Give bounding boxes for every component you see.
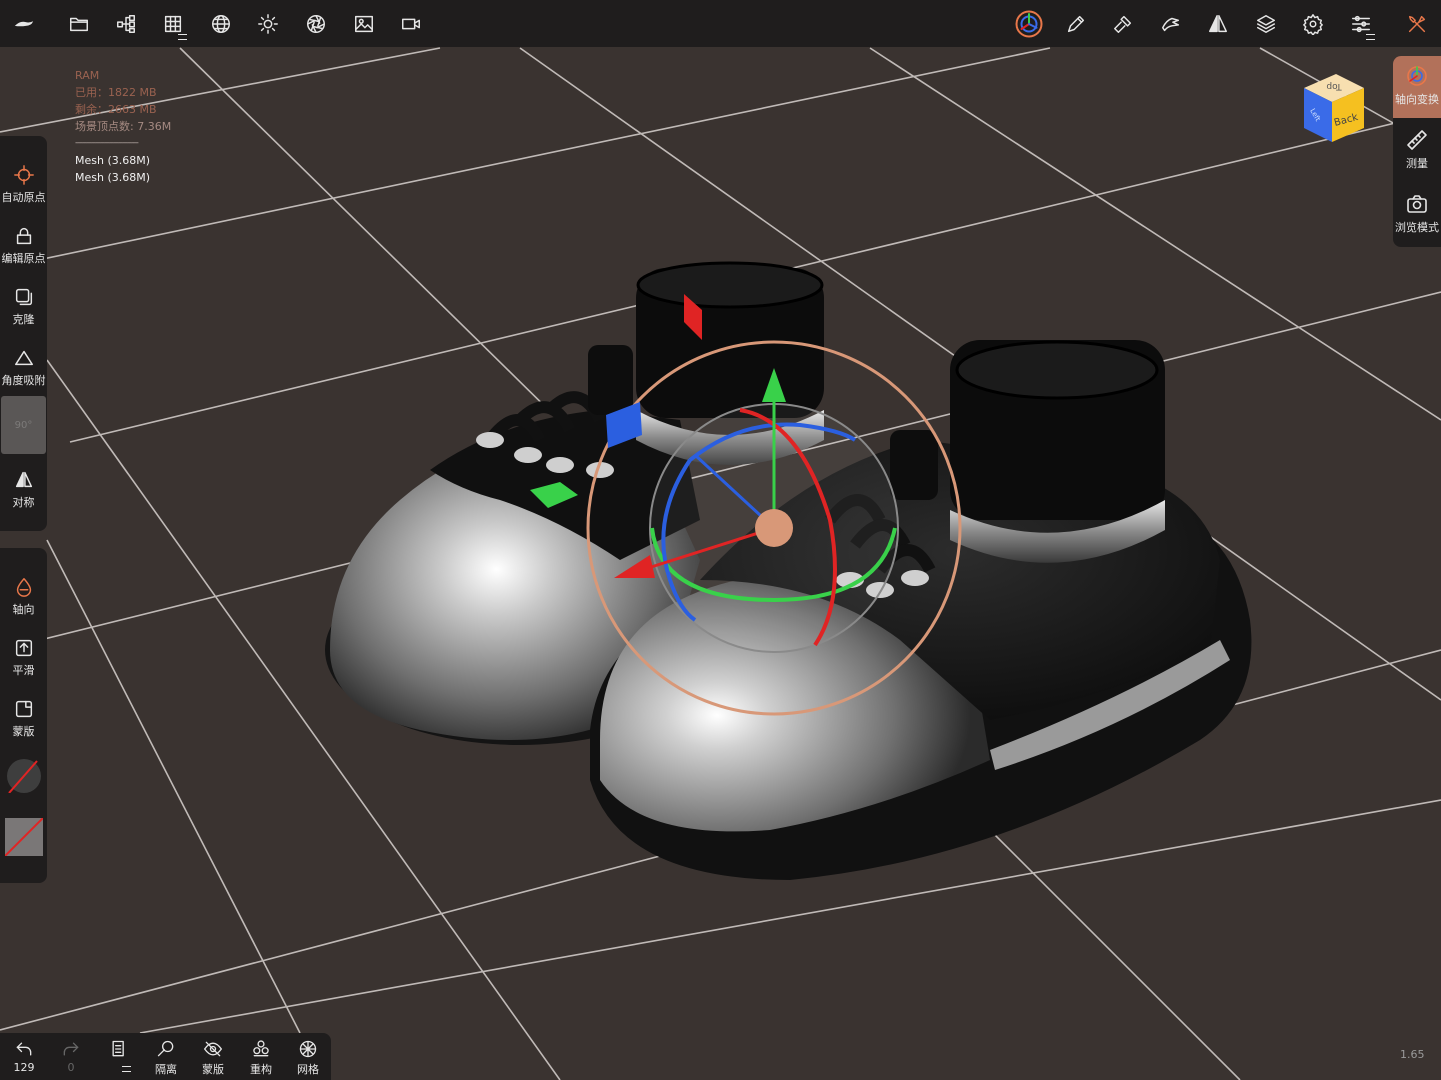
gizmo-transform-icon[interactable] [1007, 0, 1051, 47]
mask-button[interactable]: 蒙版 [0, 690, 47, 748]
left-tool-panel-bottom: 轴向 平滑 蒙版 [0, 548, 47, 883]
symmetry-icon[interactable] [1196, 0, 1240, 47]
axis-label: 轴向 [12, 603, 35, 616]
axis-transform-button[interactable]: 轴向变换 [1393, 56, 1441, 118]
mesh-item[interactable]: Mesh (3.68M) [75, 169, 171, 186]
wireframe-button[interactable]: 网格 [284, 1033, 332, 1080]
snap-value-text: 90° [14, 419, 33, 431]
mesh-item[interactable]: Mesh (3.68M) [75, 152, 171, 169]
layers-icon[interactable] [1244, 0, 1288, 47]
ram-free: 剩余：2663 MB [75, 103, 157, 116]
magnifier-icon [157, 1040, 174, 1057]
submenu-indicator [122, 1066, 131, 1072]
video-camera-icon[interactable] [389, 0, 433, 47]
undo-count: 129 [13, 1061, 35, 1074]
submenu-indicator [178, 34, 187, 40]
scene-vertex-count: 场景顶点数: 7.36M [75, 120, 172, 133]
angle-snap-label: 角度吸附 [1, 374, 46, 387]
image-icon[interactable] [342, 0, 386, 47]
eye-off-icon [204, 1041, 222, 1057]
settings-icon[interactable] [1291, 0, 1335, 47]
grid-icon[interactable] [151, 0, 195, 47]
folder-icon[interactable] [57, 0, 101, 47]
axis-transform-label: 轴向变换 [1395, 93, 1439, 106]
angle-snap-button[interactable]: 角度吸附 [0, 339, 47, 397]
symmetry-label: 对称 [12, 496, 35, 509]
tools-icon[interactable] [1395, 0, 1439, 47]
browse-mode-label: 浏览模式 [1395, 221, 1439, 234]
mask-visibility-button[interactable]: 蒙版 [189, 1033, 237, 1080]
top-toolbar [0, 0, 1441, 47]
sun-icon[interactable] [246, 0, 290, 47]
ram-label: RAM [75, 69, 100, 82]
brush-icon[interactable] [1054, 0, 1098, 47]
hand-tool-icon[interactable] [1149, 0, 1193, 47]
layers-list-button[interactable] [95, 1033, 143, 1080]
view-cube[interactable]: Top Back Left [1300, 70, 1370, 145]
file-list-icon [112, 1040, 124, 1057]
smooth-label: 平滑 [12, 664, 35, 677]
view-cube-top-label: Top [1326, 81, 1342, 91]
edit-origin-label: 编辑原点 [1, 252, 46, 265]
axis-button[interactable]: 轴向 [0, 568, 47, 626]
version-label: 1.65 [1400, 1048, 1425, 1061]
wireframe-icon [299, 1040, 317, 1058]
remesh-button[interactable]: 重构 [237, 1033, 285, 1080]
isolate-button[interactable]: 隔离 [142, 1033, 190, 1080]
left-tool-panel-top: 自动原点 编辑原点 克隆 角度吸附 90° 对称 [0, 136, 47, 531]
aperture-icon[interactable] [294, 0, 338, 47]
redo-button[interactable]: 0 [47, 1033, 95, 1080]
snap-value-field[interactable]: 90° [1, 396, 46, 454]
mask-label: 蒙版 [12, 725, 35, 738]
auto-origin-button[interactable]: 自动原点 [0, 156, 47, 214]
mask-visibility-label: 蒙版 [202, 1063, 224, 1076]
scene-tree-icon[interactable] [104, 0, 148, 47]
measure-button[interactable]: 测量 [1393, 120, 1441, 182]
material-swatch[interactable] [5, 818, 43, 856]
right-tool-panel: 轴向变换 测量 浏览模式 [1393, 56, 1441, 247]
redo-count: 0 [67, 1061, 75, 1074]
clone-button[interactable]: 克隆 [0, 278, 47, 336]
undo-button[interactable]: 129 [0, 1033, 48, 1080]
bottom-toolbar: 129 0 隔离 蒙版 重构 网格 [0, 1033, 331, 1080]
sphere-mesh-icon[interactable] [199, 0, 243, 47]
edit-origin-button[interactable]: 编辑原点 [0, 217, 47, 275]
remesh-icon [253, 1040, 269, 1057]
ram-used: 已用：1822 MB [75, 86, 157, 99]
scene-info-overlay: RAM 已用：1822 MB 剩余：2663 MB 场景顶点数: 7.36M -… [75, 67, 171, 186]
remesh-label: 重构 [250, 1063, 272, 1076]
auto-origin-label: 自动原点 [1, 191, 46, 204]
measure-label: 测量 [1406, 157, 1428, 170]
redo-icon [63, 1042, 79, 1056]
submenu-indicator [1366, 34, 1375, 40]
info-separator: ---------------------------- [75, 138, 139, 148]
undo-icon [16, 1042, 32, 1056]
wireframe-label: 网格 [297, 1063, 319, 1076]
sliders-icon[interactable] [1339, 0, 1383, 47]
browse-mode-button[interactable]: 浏览模式 [1393, 184, 1441, 246]
brush-preview-swatch[interactable] [7, 759, 41, 793]
viewport-scene [0, 47, 1441, 1080]
hammer-icon[interactable] [1101, 0, 1145, 47]
clone-label: 克隆 [12, 313, 35, 326]
smooth-button[interactable]: 平滑 [0, 629, 47, 687]
symmetry-button[interactable]: 对称 [0, 461, 47, 519]
isolate-label: 隔离 [155, 1063, 177, 1076]
app-logo-icon[interactable] [2, 0, 46, 47]
3d-viewport[interactable] [0, 0, 1441, 1080]
